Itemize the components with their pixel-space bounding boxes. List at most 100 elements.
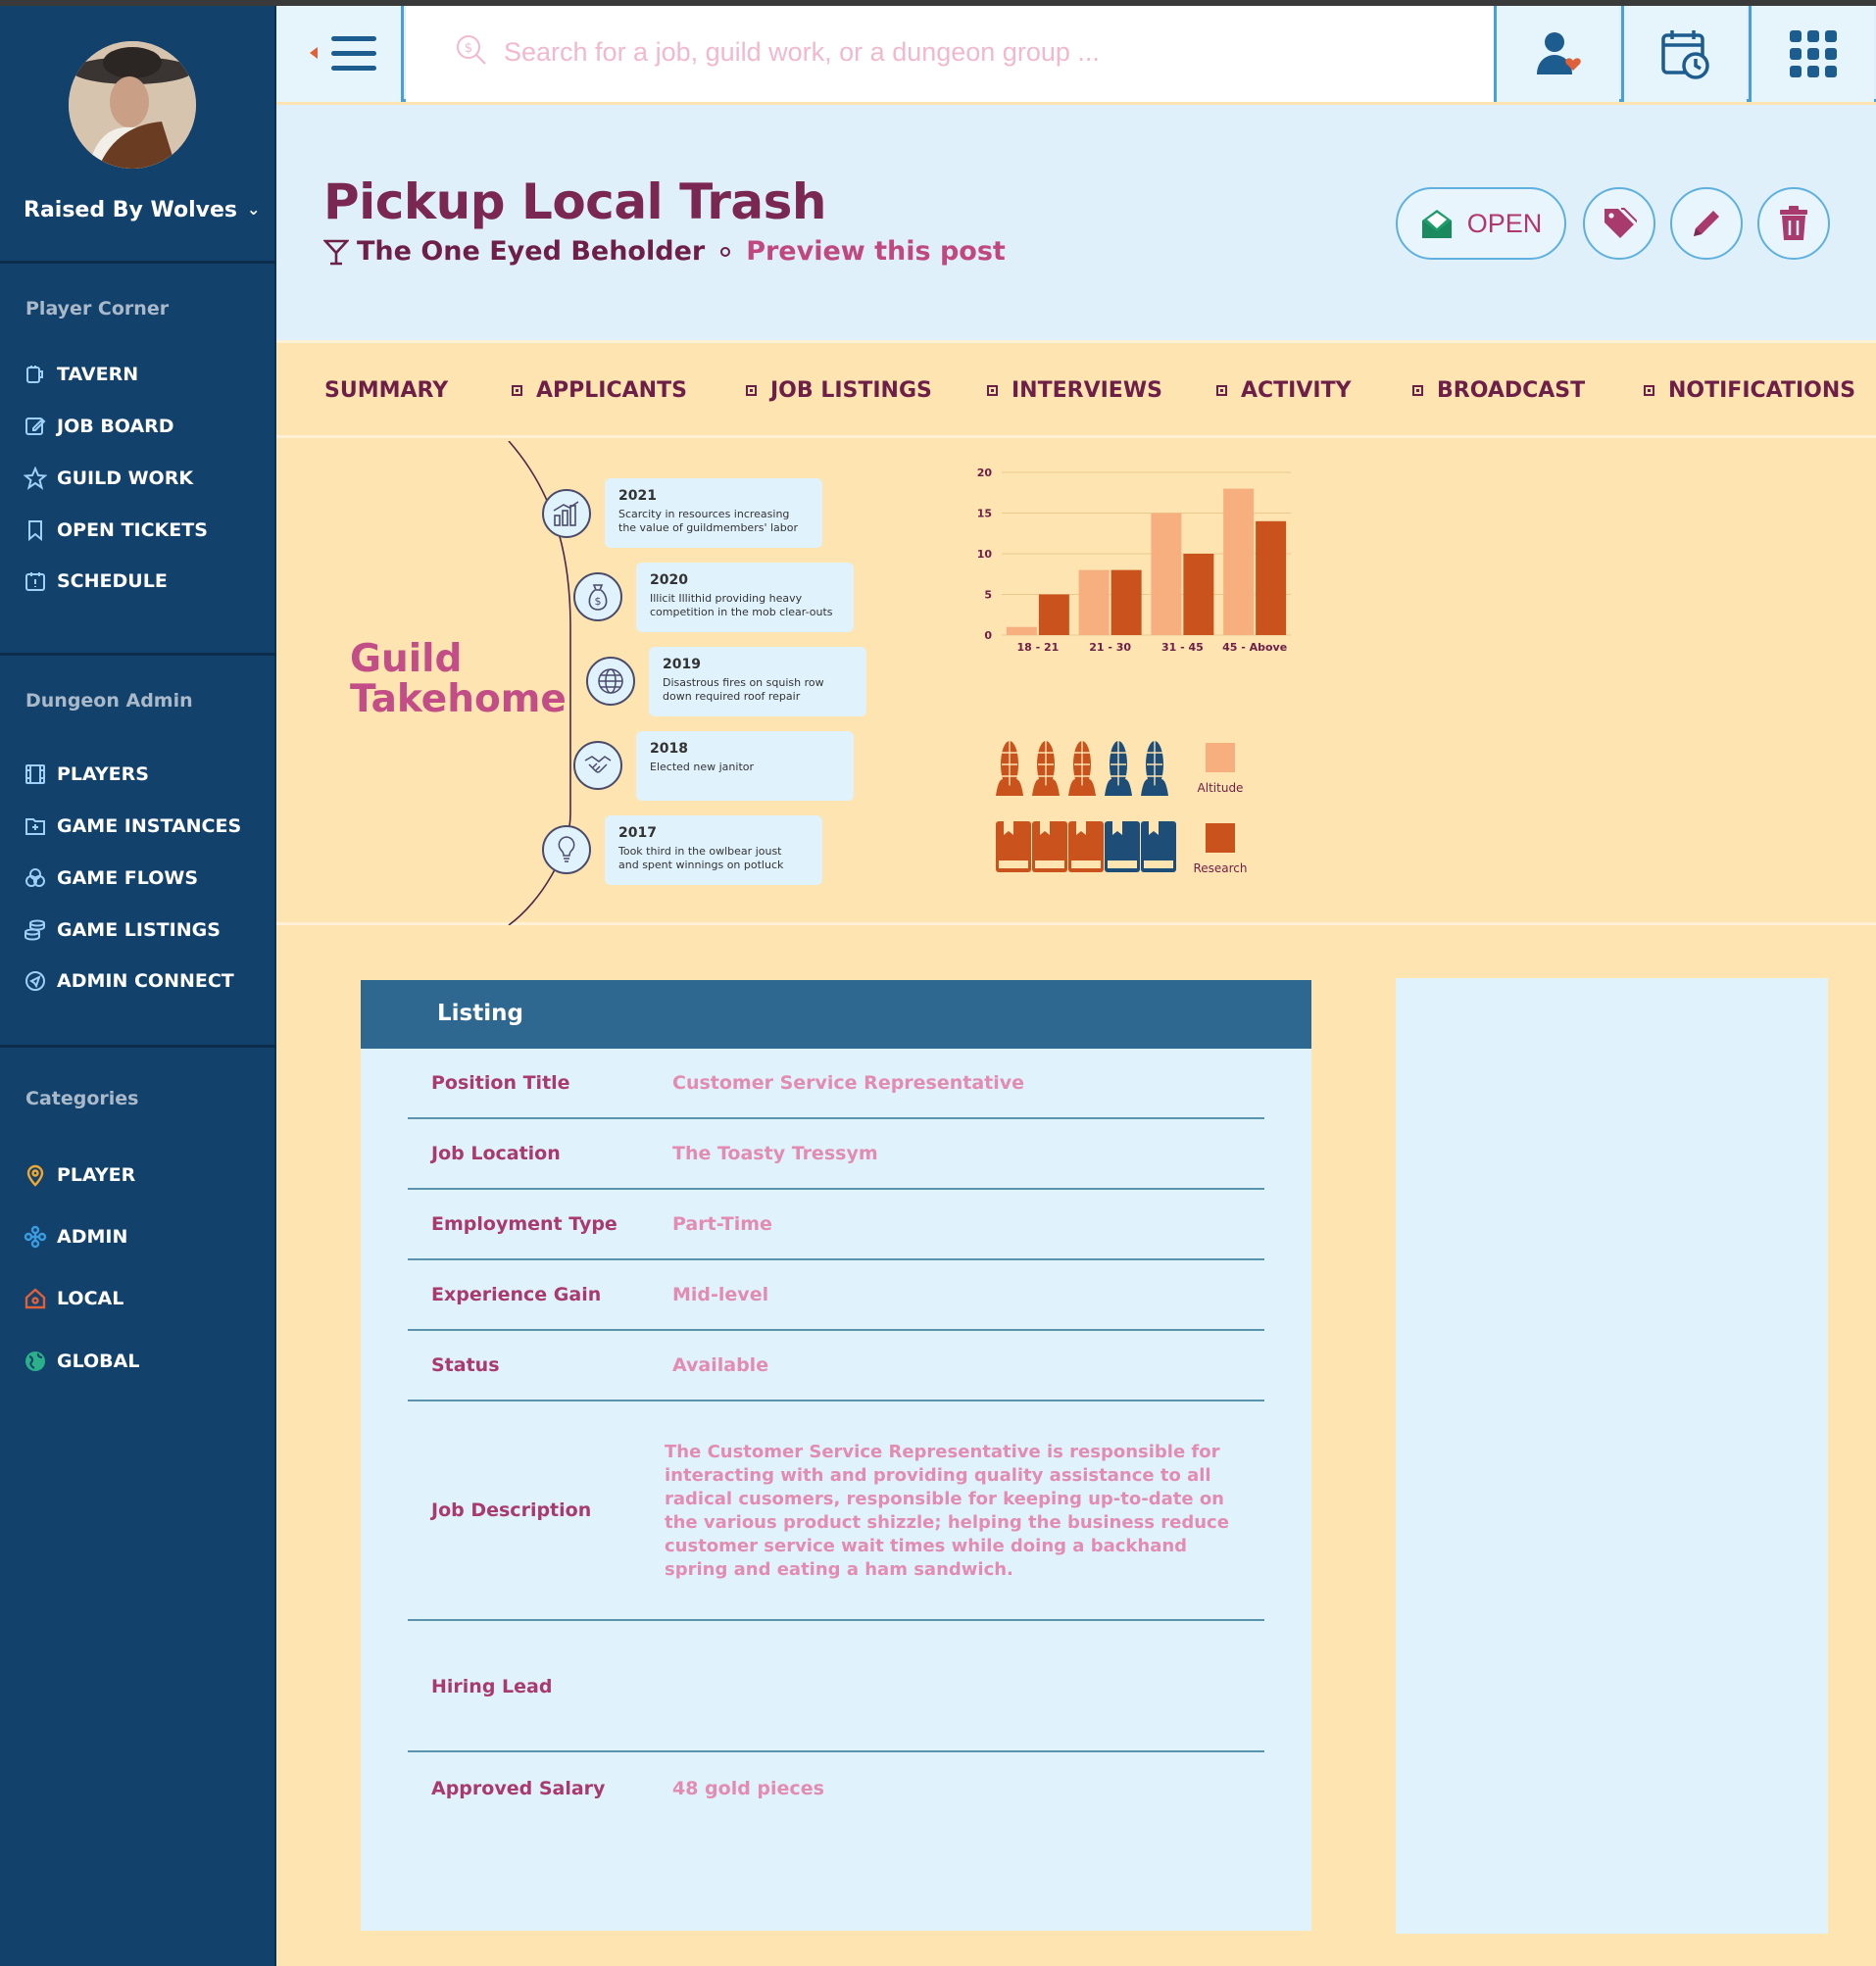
svg-text:$: $ <box>595 595 602 608</box>
status-open-button[interactable]: OPEN <box>1396 187 1566 260</box>
status-label: OPEN <box>1466 208 1543 238</box>
sidebar-item-tavern[interactable]: TAVERN <box>24 363 138 386</box>
sidebar-item-game-instances[interactable]: GAME INSTANCES <box>24 814 241 838</box>
tab-activity[interactable]: ACTIVITY <box>1216 378 1352 403</box>
chart-icon <box>542 489 591 538</box>
sidebar-item-game-flows[interactable]: GAME FLOWS <box>24 866 198 890</box>
sidebar-item-local[interactable]: LOCAL <box>24 1287 123 1310</box>
y-tick-label: 5 <box>984 589 992 602</box>
table-row: Approved Salary 48 gold pieces <box>408 1752 1264 1831</box>
row-label: Status <box>431 1354 500 1376</box>
page-title: Pickup Local Trash <box>323 173 826 230</box>
user-favorites-button[interactable] <box>1494 6 1619 102</box>
circles-icon <box>25 868 45 887</box>
search-bar[interactable]: $ Search for a job, guild work, or a dun… <box>406 6 1494 102</box>
timeline-card-2017: 2017 Took third in the owlbear joust and … <box>605 815 822 885</box>
globe-icon <box>586 657 635 706</box>
job-subtitle: The One Eyed Beholder Preview this post <box>323 236 1006 267</box>
listing-panel: Listing Position Title Customer Service … <box>361 980 1311 1931</box>
pencil-icon <box>1694 211 1719 236</box>
send-circle-icon <box>25 971 45 991</box>
mug-icon <box>26 366 43 383</box>
job-description-text: The Customer Service Representative is r… <box>665 1442 1229 1580</box>
bar-chart: 0 5 10 15 20 18 - 21 21 - 30 31 - 45 45 - Above <box>977 467 1291 654</box>
bookmark-icon <box>28 520 42 542</box>
y-tick-label: 0 <box>984 629 992 642</box>
side-panel <box>1396 978 1828 1934</box>
y-tick-label: 20 <box>977 467 993 479</box>
row-value: Available <box>672 1354 769 1376</box>
search-icon: $ <box>457 35 486 65</box>
sidebar-item-game-listings[interactable]: GAME LISTINGS <box>24 918 221 942</box>
bar-altitude <box>1151 513 1182 635</box>
tab-broadcast[interactable]: BROADCAST <box>1412 378 1585 403</box>
trash-icon <box>1780 206 1807 240</box>
handshake-icon <box>573 741 622 790</box>
sidebar-item-global[interactable]: GLOBAL <box>24 1350 139 1373</box>
sidebar-item-open-tickets[interactable]: OPEN TICKETS <box>24 518 208 542</box>
apps-grid-button[interactable] <box>1749 6 1874 102</box>
delete-button[interactable] <box>1757 187 1830 260</box>
table-row: Experience Gain Mid-level <box>408 1260 1264 1331</box>
section-title-categories: Categories <box>25 1088 139 1109</box>
menu-toggle-button[interactable] <box>276 6 404 102</box>
avatar[interactable] <box>69 41 196 169</box>
menu-icon <box>310 36 376 71</box>
film-icon <box>25 764 45 784</box>
legend-label-altitude: Altitude <box>1198 781 1244 795</box>
svg-text:$: $ <box>465 41 472 56</box>
bar-altitude <box>1223 488 1255 635</box>
user-heart-icon <box>1536 32 1581 74</box>
sidebar-divider <box>0 653 276 656</box>
tab-interviews[interactable]: INTERVIEWS <box>987 378 1162 403</box>
tab-job-listings[interactable]: JOB LISTINGS <box>746 378 932 403</box>
tab-notifications[interactable]: NOTIFICATIONS <box>1644 378 1855 403</box>
bar-altitude <box>1006 626 1037 635</box>
company-name: The One Eyed Beholder <box>357 236 706 267</box>
sidebar-item-schedule[interactable]: SCHEDULE <box>24 569 168 593</box>
timeline-card-2020: 2020 Illicit Illithid providing heavy com… <box>636 563 854 632</box>
sidebar-item-job-board[interactable]: JOB BOARD <box>24 415 174 438</box>
user-menu[interactable]: Raised By Wolves ⌄ <box>24 198 260 222</box>
sidebar-item-admin-connect[interactable]: ADMIN CONNECT <box>24 969 234 993</box>
sidebar-item-admin[interactable]: ADMIN <box>24 1225 127 1249</box>
tab-box-icon <box>1216 385 1227 396</box>
calendar-clock-button[interactable] <box>1621 6 1747 102</box>
bar-research <box>1038 594 1069 635</box>
table-row: Job Location The Toasty Tressym <box>408 1119 1264 1190</box>
globe-icon <box>25 1352 45 1371</box>
tab-box-icon <box>746 385 757 396</box>
row-label: Position Title <box>431 1072 570 1094</box>
sidebar-item-players[interactable]: PLAYERS <box>24 762 149 786</box>
calendar-alert-icon <box>25 572 45 591</box>
corn-icon-row <box>996 741 1168 796</box>
lightbulb-icon <box>542 825 591 874</box>
edit-icon <box>25 418 46 435</box>
sidebar-item-player[interactable]: PLAYER <box>24 1163 135 1187</box>
row-label: Employment Type <box>431 1213 617 1235</box>
tab-summary[interactable]: SUMMARY <box>324 378 448 403</box>
bar-altitude <box>1078 569 1110 635</box>
star-icon <box>24 467 47 490</box>
table-row: Hiring Lead <box>408 1621 1264 1752</box>
legend-label-research: Research <box>1193 861 1247 875</box>
timeline-card-2019: 2019 Disastrous fires on squish row down … <box>649 647 866 716</box>
y-tick-label: 15 <box>977 508 992 520</box>
row-value: The Toasty Tressym <box>672 1143 878 1164</box>
tag-button[interactable] <box>1583 187 1655 260</box>
separator-dot <box>720 246 731 257</box>
sidebar-item-guild-work[interactable]: GUILD WORK <box>24 467 193 490</box>
tab-applicants[interactable]: APPLICANTS <box>512 378 687 403</box>
table-row: Position Title Customer Service Represen… <box>408 1049 1264 1119</box>
tab-box-icon <box>1412 385 1423 396</box>
table-row: Status Available <box>408 1331 1264 1401</box>
bar-research <box>1111 569 1142 635</box>
search-input[interactable]: Search for a job, guild work, or a dunge… <box>504 37 1100 68</box>
pictogram-legend: Altitude Research <box>996 741 1248 875</box>
x-tick-label: 31 - 45 <box>1161 641 1204 654</box>
preview-post-link[interactable]: Preview this post <box>746 236 1006 267</box>
edit-button[interactable] <box>1670 187 1743 260</box>
calendar-clock-icon <box>1660 30 1709 79</box>
section-title-player-corner: Player Corner <box>25 298 170 319</box>
row-value: Part-Time <box>672 1213 772 1235</box>
